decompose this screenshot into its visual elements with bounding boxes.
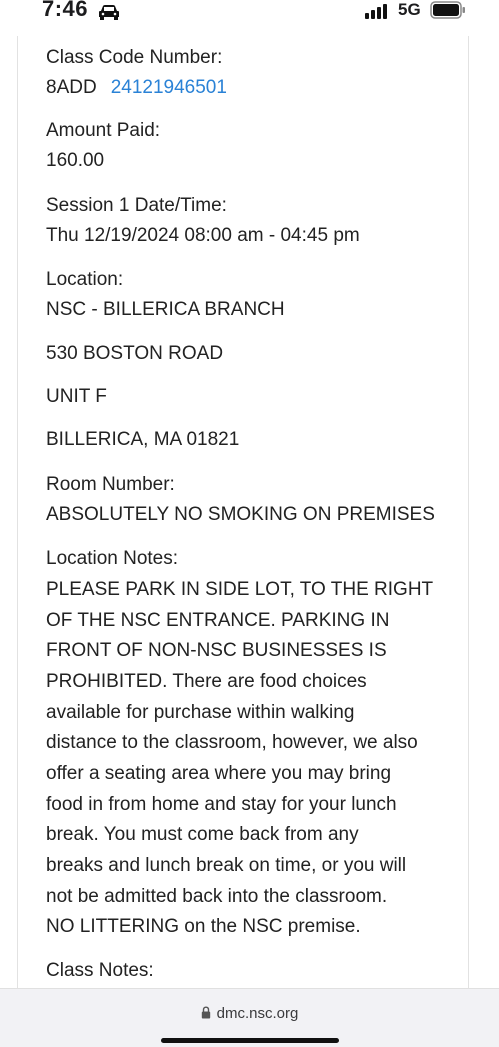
battery-icon xyxy=(430,1,466,24)
amount-paid-value: 160.00 xyxy=(46,150,105,171)
room-number-label: Room Number: xyxy=(46,474,175,495)
home-indicator[interactable] xyxy=(161,1038,339,1043)
class-notes-label: Class Notes: xyxy=(46,960,154,981)
location-notes-label: Location Notes: xyxy=(46,548,179,569)
location-notes-line: OF THE NSC ENTRANCE. PARKING IN xyxy=(46,610,390,631)
url-display[interactable]: dmc.nsc.org xyxy=(0,1005,499,1023)
location-name: NSC - BILLERICA BRANCH xyxy=(46,299,285,320)
location-notes-line: PLEASE PARK IN SIDE LOT, TO THE RIGHT xyxy=(46,579,434,600)
room-number-value: ABSOLUTELY NO SMOKING ON PREMISES xyxy=(46,504,435,525)
location-notes-line: PROHIBITED. There are food choices xyxy=(46,671,367,692)
location-notes-line: breaks and lunch break on time, or you w… xyxy=(46,855,407,876)
location-notes-line: NO LITTERING on the NSC premise. xyxy=(46,916,361,937)
car-icon xyxy=(97,3,121,26)
location-street: 530 BOSTON ROAD xyxy=(46,343,224,364)
network-type: 5G xyxy=(398,0,421,19)
amount-paid-label: Amount Paid: xyxy=(46,120,161,141)
location-notes-line: distance to the classroom, however, we a… xyxy=(46,732,418,753)
location-notes-line: food in from home and stay for your lunc… xyxy=(46,794,397,815)
location-city: BILLERICA, MA 01821 xyxy=(46,429,240,450)
status-time: 7:46 xyxy=(42,0,89,21)
class-code-link[interactable]: 24121946501 xyxy=(111,77,227,98)
class-code-prefix: 8ADD xyxy=(46,77,97,98)
location-unit: UNIT F xyxy=(46,386,107,407)
location-notes-line: FRONT OF NON-NSC BUSINESSES IS xyxy=(46,640,387,661)
session-value: Thu 12/19/2024 08:00 am - 04:45 pm xyxy=(46,225,360,246)
location-label: Location: xyxy=(46,269,124,290)
class-code-label: Class Code Number: xyxy=(46,47,223,68)
status-bar: 7:46 5G xyxy=(0,0,499,26)
session-label: Session 1 Date/Time: xyxy=(46,195,227,216)
location-notes-line: not be admitted back into the classroom. xyxy=(46,886,388,907)
signal-bars-icon xyxy=(365,3,391,24)
class-code-row: 8ADD 24121946501 xyxy=(46,72,227,103)
url-text[interactable]: dmc.nsc.org xyxy=(217,1005,299,1022)
lock-icon xyxy=(201,1006,211,1023)
location-notes-line: available for purchase within walking xyxy=(46,702,355,723)
location-notes-line: offer a seating area where you may bring xyxy=(46,763,392,784)
location-notes-line: break. You must come back from any xyxy=(46,824,359,845)
